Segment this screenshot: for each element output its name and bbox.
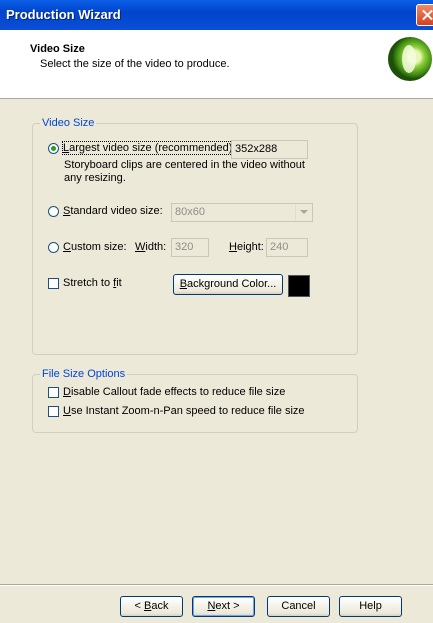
standard-size-select[interactable]: 80x60 [171,203,313,222]
stretch-to-fit-label[interactable]: Stretch to fit [63,277,122,289]
video-size-legend: Video Size [40,117,97,129]
background-color-button[interactable]: Background Color... [173,274,283,295]
next-label-rest: ext > [215,600,240,612]
largest-video-size-radio[interactable] [48,143,59,154]
disable-callout-fade-checkbox[interactable] [48,387,59,398]
wizard-header: Video Size Select the size of the video … [0,30,433,99]
stretch-to-fit-checkbox[interactable] [48,278,59,289]
back-label-pre: < [134,600,144,612]
stretch-label-rest: it [116,277,122,289]
standard-video-size-radio[interactable] [48,206,59,217]
bg-label-text: ackground Color... [187,278,277,290]
help-button[interactable]: Help [339,596,402,617]
page-subtitle: Select the size of the video to produce. [40,58,230,70]
custom-height-input[interactable]: 240 [266,238,308,257]
custom-size-label[interactable]: Custom size: [63,241,127,253]
custom-label-text: ustom size: [70,241,127,253]
width-accel: W [135,241,146,253]
bg-accel: B [179,278,188,290]
page-title: Video Size [30,43,85,55]
cancel-button[interactable]: Cancel [267,596,330,617]
standard-size-value: 80x60 [175,206,205,218]
instant-zoom-pan-label[interactable]: Use Instant Zoom-n-Pan speed to reduce f… [63,405,305,417]
width-label-text: idth: [145,241,167,253]
camtasia-logo-icon [388,37,432,81]
instant-accel: U [63,405,71,417]
custom-accel: C [63,241,71,253]
largest-note-line1: Storyboard clips are centered in the vid… [64,159,305,171]
largest-size-value: 352x288 [231,140,308,159]
custom-height-label: Height: [229,241,264,253]
disable-label-text: isable Callout fade effects to reduce fi… [70,386,286,398]
back-label-rest: ack [151,600,169,612]
height-label-text: eight: [236,241,264,253]
stretch-label-pre: Stretch to [63,277,114,289]
instant-zoom-pan-checkbox[interactable] [48,406,59,417]
custom-size-radio[interactable] [48,242,59,253]
window-title: Production Wizard [6,7,121,22]
chevron-down-icon[interactable] [295,205,311,220]
largest-label-text: argest video size (recommended) [69,142,233,154]
back-button[interactable]: < Back [120,596,183,617]
close-icon[interactable] [416,4,433,26]
disable-accel: D [63,386,71,398]
background-color-swatch[interactable] [288,275,310,297]
standard-video-size-label[interactable]: Standard video size: [63,205,163,217]
file-size-options-legend: File Size Options [40,368,128,380]
instant-label-text: se Instant Zoom-n-Pan speed to reduce fi… [70,405,305,417]
largest-note-line2: any resizing. [64,172,126,184]
disable-callout-fade-label[interactable]: Disable Callout fade effects to reduce f… [63,386,285,398]
file-size-options-group [32,374,358,433]
height-accel: H [229,241,237,253]
custom-width-label: Width: [135,241,166,253]
footer-separator [0,584,433,586]
title-bar: Production Wizard [0,0,433,30]
standard-label-text: tandard video size: [70,205,163,217]
next-button[interactable]: Next > [192,596,255,617]
custom-width-input[interactable]: 320 [171,238,209,257]
largest-video-size-label[interactable]: Largest video size (recommended) [61,141,234,155]
